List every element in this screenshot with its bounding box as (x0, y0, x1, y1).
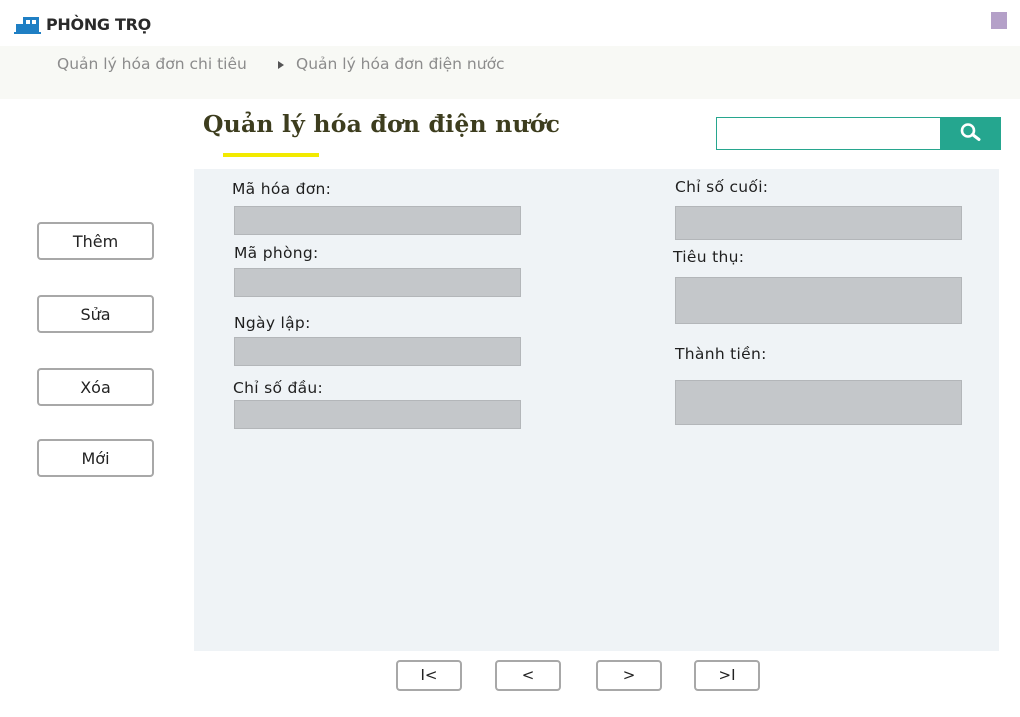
invoice-id-field[interactable] (234, 206, 521, 235)
room-id-label: Mã phòng: (234, 244, 319, 262)
consumption-field[interactable] (675, 277, 962, 324)
edit-button[interactable]: Sửa (37, 295, 154, 333)
invoice-id-label: Mã hóa đơn: (232, 180, 332, 198)
total-amount-field[interactable] (675, 380, 962, 425)
house-icon (14, 13, 42, 35)
delete-button[interactable]: Xóa (37, 368, 154, 406)
logo-text: PHÒNG TRỌ (46, 14, 151, 34)
end-reading-field[interactable] (675, 206, 962, 240)
search-input[interactable] (716, 117, 942, 150)
breadcrumb-item-expenses[interactable]: Quản lý hóa đơn chi tiêu (57, 55, 247, 73)
next-page-button[interactable]: > (596, 660, 662, 691)
created-date-field[interactable] (234, 337, 521, 366)
start-reading-label: Chỉ số đầu: (233, 379, 324, 397)
top-header: PHÒNG TRỌ (0, 0, 1020, 46)
add-button[interactable]: Thêm (37, 222, 154, 260)
first-page-button[interactable]: I< (396, 660, 462, 691)
logo[interactable]: PHÒNG TRỌ (14, 8, 160, 40)
total-amount-label: Thành tiền: (675, 345, 767, 363)
breadcrumb-item-utilities: Quản lý hóa đơn điện nước (296, 55, 505, 73)
menu-square-icon[interactable] (991, 12, 1007, 29)
last-page-button[interactable]: >I (694, 660, 760, 691)
title-underline (223, 153, 319, 157)
prev-page-button[interactable]: < (495, 660, 561, 691)
triangle-right-icon (278, 61, 284, 69)
end-reading-label: Chỉ số cuối: (675, 178, 769, 196)
room-id-field[interactable] (234, 268, 521, 297)
new-button[interactable]: Mới (37, 439, 154, 477)
created-date-label: Ngày lập: (234, 314, 311, 332)
search-button[interactable] (940, 117, 1001, 150)
consumption-label: Tiêu thụ: (673, 248, 745, 266)
page-title: Quản lý hóa đơn điện nước (203, 110, 561, 138)
start-reading-field[interactable] (234, 400, 521, 429)
search-icon (959, 122, 983, 145)
